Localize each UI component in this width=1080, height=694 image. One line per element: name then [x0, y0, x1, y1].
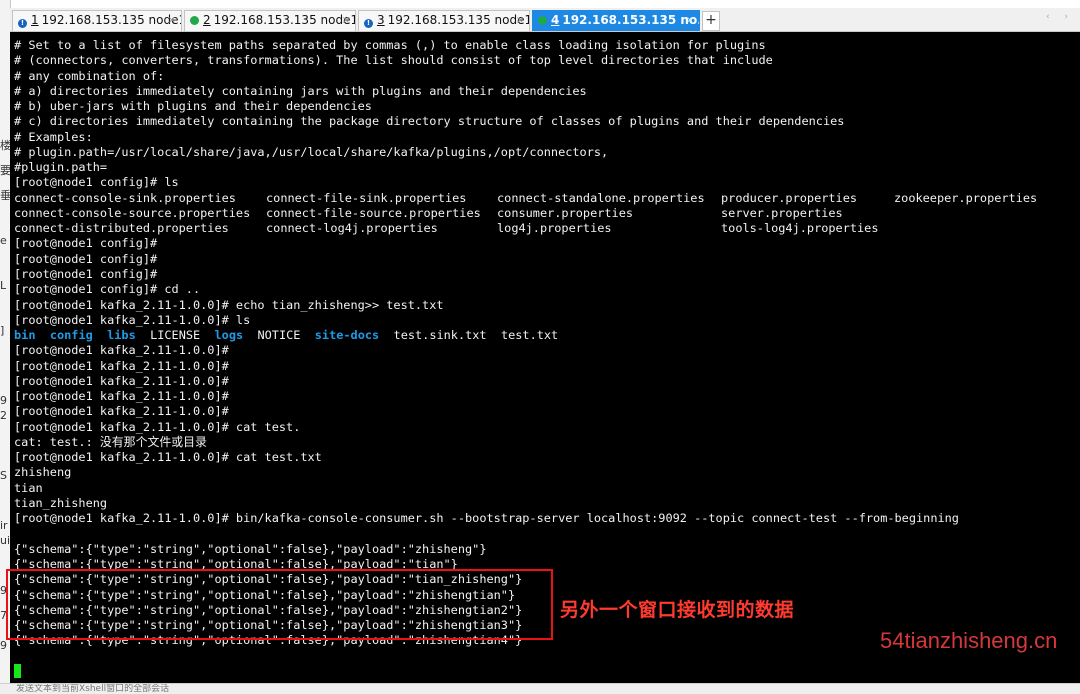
terminal-line: {"schema":{"type":"string","optional":fa… [14, 541, 487, 556]
tab-number: 1 [31, 13, 39, 27]
ls-file-name: tools-log4j.properties [721, 221, 879, 236]
tab-label: 192.168.153.135 node1 [41, 13, 182, 27]
terminal-line: [root@node1 kafka_2.11-1.0.0]# [14, 404, 229, 419]
background-glyph: ir [0, 519, 8, 532]
terminal-line: [root@node1 config]# [14, 236, 158, 251]
terminal-line: [root@node1 config]# [14, 266, 158, 281]
watermark: 54tianzhisheng.cn [880, 628, 1058, 653]
ls-file-name: connect-console-sink.properties [14, 190, 236, 205]
terminal-line: # c) directories immediately containing … [14, 114, 845, 129]
background-glyph: 2 [0, 409, 7, 422]
tab-label: 192.168.153.135 no... [562, 13, 700, 27]
file-entry: test.txt [500, 328, 559, 343]
file-entry: NOTICE [257, 328, 301, 343]
connected-status-icon [190, 16, 199, 25]
background-glyph: L [0, 279, 7, 292]
info-status-icon: ! [364, 19, 373, 28]
highlight-box [6, 569, 553, 640]
background-glyph: ui [0, 534, 11, 547]
terminal-line: [root@node1 kafka_2.11-1.0.0]# [14, 343, 229, 358]
tab-number: 4 [551, 13, 560, 27]
tab-session-1[interactable]: ! 1 192.168.153.135 node1 × [12, 10, 182, 31]
terminal-cursor [14, 664, 21, 678]
ls-file-name: zookeeper.properties [894, 190, 1038, 205]
ls-output-row: connect-console-source.properties connect… [14, 206, 959, 221]
session-tab-bar: ! 1 192.168.153.135 node1 × 2 192.168.153.13… [10, 8, 1080, 32]
ls-file-name: connect-log4j.properties [266, 221, 438, 236]
tab-number: 3 [377, 13, 385, 27]
ls-file-name: connect-standalone.properties [497, 190, 705, 205]
terminal-line: tian [14, 480, 43, 495]
tab-label: 192.168.153.135 node1 [387, 13, 530, 27]
terminal-line: zhisheng [14, 465, 72, 480]
terminal-line: [root@node1 kafka_2.11-1.0.0]# cat test.… [14, 450, 322, 465]
terminal-line: # b) uber-jars with plugins and their de… [14, 99, 372, 114]
terminal-line: # (connectors, converters, transformatio… [14, 53, 773, 68]
file-entry: LICENSE [150, 328, 201, 343]
directory-entry: logs [214, 328, 244, 343]
terminal-line: # plugin.path=/usr/local/share/java,/usr… [14, 144, 609, 159]
terminal-line: [root@node1 kafka_2.11-1.0.0]# [14, 389, 229, 404]
terminal-line: [root@node1 kafka_2.11-1.0.0]# ls [14, 312, 251, 327]
tab-number: 2 [203, 13, 211, 27]
add-tab-button[interactable]: + [702, 11, 720, 31]
terminal-line: # any combination of: [14, 68, 165, 83]
info-status-icon: ! [18, 19, 27, 28]
status-bar: 发送文本到当前Xshell窗口的全部会话 [0, 683, 1080, 694]
terminal-line: [root@node1 kafka_2.11-1.0.0]# cat test. [14, 419, 301, 434]
ls-file-name: producer.properties [721, 190, 858, 205]
ls-kafka-output: bin config libs LICENSE logs NOTICE site… [14, 328, 959, 343]
background-glyph: S [0, 469, 7, 482]
ls-file-name: server.properties [721, 205, 843, 220]
terminal-line: [root@node1 kafka_2.11-1.0.0]# echo tian… [14, 297, 444, 312]
terminal-line: #plugin.path= [14, 160, 108, 175]
close-tab-icon[interactable]: × [168, 11, 176, 30]
tab-scroll-arrows-icon[interactable]: ‹ › [1046, 12, 1074, 22]
terminal-line: [root@node1 config]# cd .. [14, 282, 201, 297]
close-tab-icon[interactable]: × [516, 11, 524, 30]
tab-label: 192.168.153.135 node1 [213, 13, 356, 27]
tab-session-2[interactable]: 2 192.168.153.135 node1 × [184, 10, 356, 31]
ls-file-name: connect-file-sink.properties [266, 190, 467, 205]
directory-entry: libs [107, 328, 136, 343]
background-glyph: 9 [0, 394, 7, 407]
terminal-line: [root@node1 kafka_2.11-1.0.0]# [14, 358, 229, 373]
terminal-line: [root@node1 kafka_2.11-1.0.0]# bin/kafka… [14, 511, 959, 526]
background-glyph: e [0, 234, 7, 247]
ls-file-name: connect-console-source.properties [14, 205, 251, 220]
ls-file-name: connect-distributed.properties [14, 221, 229, 236]
terminal-lines: # Set to a list of filesystem paths sepa… [14, 38, 1037, 649]
terminal-line: # Examples: [14, 129, 93, 144]
close-tab-icon[interactable]: × [342, 11, 350, 30]
directory-entry: bin [14, 328, 36, 343]
connected-status-icon [538, 16, 547, 25]
ls-file-name: consumer.properties [497, 205, 634, 220]
terminal-line: [root@node1 kafka_2.11-1.0.0]# [14, 373, 229, 388]
close-tab-icon[interactable]: × [686, 11, 694, 30]
terminal-line: # Set to a list of filesystem paths sepa… [14, 38, 766, 52]
ls-output-row: connect-console-sink.properties connect-f… [14, 190, 1037, 206]
terminal-line: [root@node1 config]# [14, 251, 158, 266]
directory-entry: site-docs [314, 328, 380, 343]
file-entry: test.sink.txt [393, 328, 487, 343]
terminal-line: cat: test.: 没有那个文件或目录 [14, 434, 207, 449]
tab-session-3[interactable]: ! 3 192.168.153.135 node1 × [358, 10, 530, 31]
terminal-line: # a) directories immediately containing … [14, 83, 587, 98]
directory-entry: config [49, 328, 93, 343]
ls-file-name: log4j.properties [497, 221, 612, 236]
tab-session-4[interactable]: 4 192.168.153.135 no... × [532, 10, 700, 31]
terminal-line: tian_zhisheng [14, 495, 108, 510]
ls-output-row: connect-distributed.properties connect-lo… [14, 221, 959, 236]
background-glyph: ] [0, 324, 5, 337]
terminal-line: [root@node1 config]# ls [14, 175, 179, 190]
background-glyph: 9 [0, 639, 7, 652]
ls-file-name: connect-file-source.properties [266, 205, 481, 220]
annotation-text: 另外一个窗口接收到的数据 [560, 599, 795, 621]
